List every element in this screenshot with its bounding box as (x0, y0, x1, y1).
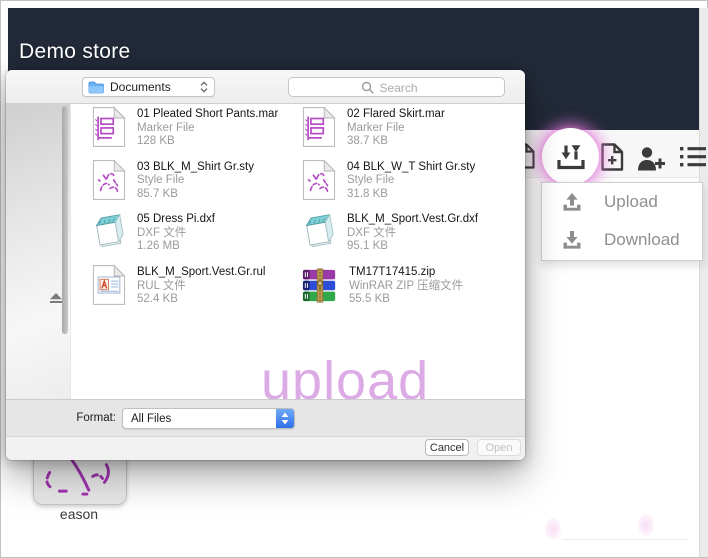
file-name: 05 Dress Pi.dxf (137, 213, 215, 226)
file-item[interactable]: 04 BLK_W_T Shirt Gr.sty Style File 31.8 … (296, 159, 506, 212)
file-name: 03 BLK_M_Shirt Gr.sty (137, 160, 254, 173)
list-view-button[interactable] (680, 145, 706, 169)
file-item[interactable]: 02 Flared Skirt.mar Marker File 38.7 KB (296, 106, 506, 159)
file-type: Style File (347, 174, 395, 187)
format-label: Format: (76, 412, 116, 424)
dialog-button-row: Cancel Open (6, 437, 525, 460)
file-item[interactable]: 03 BLK_M_Shirt Gr.sty Style File 85.7 KB (86, 159, 296, 212)
sidebar-scrollbar[interactable] (62, 106, 68, 334)
style-file-icon (302, 159, 336, 201)
menu-item-upload[interactable]: Upload (542, 183, 702, 221)
menu-item-label: Upload (604, 192, 658, 211)
menu-item-download[interactable]: Download (542, 221, 702, 259)
file-type: DXF 文件 (347, 226, 397, 239)
dialog-body: 01 Pleated Short Pants.mar Marker File 1… (6, 104, 525, 399)
page-title: Demo store (19, 40, 131, 63)
folder-icon (88, 81, 104, 94)
format-row: Format: All Files (6, 399, 525, 437)
file-list: 01 Pleated Short Pants.mar Marker File 1… (86, 106, 506, 317)
file-type: DXF 文件 (137, 226, 187, 239)
dxf-file-icon (302, 211, 336, 253)
file-item[interactable]: BLK_M_Sport.Vest.Gr.rul RUL 文件 52.4 KB (86, 264, 296, 317)
file-type: Marker File (137, 121, 195, 134)
marker-file-icon (92, 106, 126, 148)
desktop-file-label: eason (59, 506, 99, 522)
page-scrollbar-track[interactable] (699, 8, 708, 557)
dxf-file-icon (92, 211, 126, 253)
open-button[interactable]: Open (477, 439, 521, 456)
add-file-button[interactable] (600, 143, 624, 171)
add-user-icon (636, 146, 666, 172)
file-size: 95.1 KB (347, 240, 388, 253)
file-type: Style File (137, 174, 185, 187)
file-transfer-button[interactable] (542, 128, 599, 185)
add-file-icon (600, 143, 624, 171)
open-file-dialog: Documents 01 Pleated Short Pants.mar (6, 70, 525, 460)
file-name: TM17T17415.zip (349, 266, 436, 279)
cancel-button[interactable]: Cancel (425, 439, 469, 456)
file-size: 1.26 MB (137, 240, 180, 253)
file-item[interactable]: 01 Pleated Short Pants.mar Marker File 1… (86, 106, 296, 159)
file-size: 55.5 KB (349, 293, 390, 306)
file-size: 38.7 KB (347, 135, 388, 147)
file-type: WinRAR ZIP 压缩文件 (349, 279, 464, 292)
zip-file-icon (302, 268, 338, 304)
file-item[interactable]: 05 Dress Pi.dxf DXF 文件 1.26 MB (86, 211, 296, 264)
location-label: Documents (110, 80, 171, 94)
dialog-toolbar: Documents (6, 70, 525, 104)
transfer-menu: Upload Download (541, 182, 703, 261)
list-view-icon (680, 145, 706, 169)
upload-icon (562, 192, 582, 212)
file-name: BLK_M_Sport.Vest.Gr.dxf (347, 213, 479, 226)
file-size: 128 KB (137, 135, 175, 147)
format-value: All Files (131, 413, 172, 425)
file-name: BLK_M_Sport.Vest.Gr.rul (137, 266, 266, 279)
file-transfer-icon (555, 143, 587, 171)
app-screenshot: Demo store Upload Download eason Documen… (0, 0, 708, 558)
divider (562, 539, 689, 540)
file-size: 52.4 KB (137, 293, 178, 306)
file-size: 31.8 KB (347, 187, 388, 200)
dialog-sidebar (6, 104, 71, 399)
select-arrows-icon (199, 80, 209, 94)
eject-icon (50, 293, 62, 304)
file-name: 01 Pleated Short Pants.mar (137, 108, 279, 120)
rul-file-icon (92, 264, 126, 306)
style-file-icon (92, 159, 126, 201)
file-item[interactable]: TM17T17415.zip WinRAR ZIP 压缩文件 55.5 KB (296, 264, 506, 317)
upload-watermark: upload (261, 351, 430, 399)
watermark-smudge (545, 518, 561, 540)
file-name: 02 Flared Skirt.mar (347, 108, 445, 120)
download-icon (562, 230, 582, 250)
file-name: 04 BLK_W_T Shirt Gr.sty (347, 160, 476, 173)
location-select[interactable]: Documents (82, 77, 215, 97)
file-item[interactable]: BLK_M_Sport.Vest.Gr.dxf DXF 文件 95.1 KB (296, 211, 506, 264)
watermark-smudge (638, 514, 654, 536)
format-select[interactable]: All Files (122, 408, 295, 429)
file-type: RUL 文件 (137, 279, 186, 292)
search-input[interactable] (289, 78, 508, 98)
file-type: Marker File (347, 121, 405, 134)
marker-file-icon (302, 106, 336, 148)
search-field (288, 77, 508, 98)
select-stepper-icon (276, 409, 294, 428)
eject-button[interactable] (50, 292, 62, 307)
add-user-button[interactable] (636, 146, 666, 172)
menu-item-label: Download (604, 230, 680, 249)
file-size: 85.7 KB (137, 187, 178, 200)
